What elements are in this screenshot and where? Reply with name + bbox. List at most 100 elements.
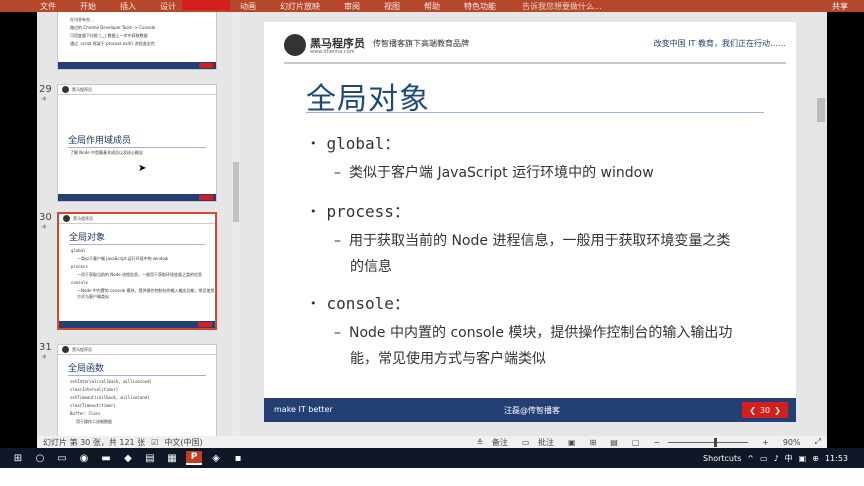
brand-logo-icon bbox=[284, 34, 306, 56]
bullet-global[interactable]: • global： bbox=[310, 130, 400, 154]
tab-insert[interactable]: 插入 bbox=[108, 1, 148, 12]
bullet-process[interactable]: • process： bbox=[310, 198, 410, 222]
slide-header: 黑马程序员 www.itheima.com 传智播客旗下高端教育品牌 改变中国 … bbox=[264, 22, 796, 60]
animation-star-icon: * bbox=[42, 96, 47, 106]
recording-badge bbox=[182, 0, 230, 10]
zoom-level[interactable]: 90% bbox=[783, 438, 801, 447]
slide-count: 幻灯片 第 30 张，共 121 张 bbox=[43, 437, 146, 447]
reading-view-icon[interactable]: ▤ bbox=[610, 438, 618, 447]
slide-thumbnail-28[interactable]: 在讯息有些... 路过的 Chrome Developer Tools -> C… bbox=[57, 12, 217, 70]
tab-home[interactable]: 开始 bbox=[68, 1, 108, 12]
zoom-out-button[interactable]: − bbox=[653, 438, 660, 447]
tab-file[interactable]: 文件 bbox=[0, 1, 68, 12]
right-letterbox bbox=[827, 12, 864, 448]
fit-slide-icon[interactable]: ⤢ bbox=[815, 437, 821, 447]
accessibility-icon[interactable]: ☑ bbox=[151, 438, 158, 447]
brand-slogan: 传智播客旗下高端教育品牌 bbox=[373, 39, 469, 48]
clock[interactable]: 11:53 bbox=[825, 454, 848, 463]
app-icon[interactable]: ◈ bbox=[208, 451, 224, 465]
sub-bullet-global[interactable]: – 类似于客户端 JavaScript 运行环境中的 window bbox=[334, 160, 754, 186]
chevron-up-icon[interactable]: ^ bbox=[747, 454, 754, 463]
task-view-icon[interactable]: ▭ bbox=[54, 451, 70, 465]
slide-scrollbar[interactable] bbox=[815, 12, 827, 436]
thumbnail-scrollbar[interactable] bbox=[232, 12, 240, 436]
sorter-view-icon[interactable]: ⊞ bbox=[590, 438, 597, 447]
zoom-in-button[interactable]: + bbox=[762, 438, 769, 447]
prev-arrow-icon[interactable]: ❮ bbox=[749, 406, 756, 415]
thumb-item: console bbox=[71, 280, 88, 285]
thumb-title: 全局作用域成员 bbox=[68, 136, 132, 146]
app-icon[interactable]: ▦ bbox=[164, 451, 180, 465]
thumb-item: 用于操作二进制数据 bbox=[76, 419, 112, 424]
thumb-line: 通过 .scriot 框架于 process.exit() 进程退出完 bbox=[70, 41, 155, 46]
comments-button[interactable]: ▭ 批注 bbox=[522, 437, 554, 448]
tray-icon[interactable]: ▣ bbox=[799, 454, 807, 463]
slideshow-view-icon[interactable]: ▢ bbox=[632, 438, 640, 447]
slide-thumbnail-pane[interactable]: 在讯息有些... 路过的 Chrome Developer Tools -> C… bbox=[37, 12, 232, 436]
ime-indicator[interactable]: 中 bbox=[785, 453, 793, 464]
thumb-item: global bbox=[71, 248, 86, 253]
thumb-line: 在讯息有些... bbox=[70, 17, 94, 22]
scrollbar-thumb[interactable] bbox=[233, 162, 239, 222]
powerpoint-icon[interactable]: P bbox=[186, 451, 202, 465]
thumb-footer bbox=[59, 321, 215, 328]
tab-review[interactable]: 审阅 bbox=[332, 1, 372, 12]
language-indicator[interactable]: 中文(中国) bbox=[164, 437, 202, 448]
thumb-header: 黑马程序员 bbox=[59, 214, 215, 224]
scrollbar-thumb[interactable] bbox=[817, 98, 825, 122]
sub-bullet-process[interactable]: – 用于获取当前的 Node 进程信息，一般用于获取环境变量之类 的信息 bbox=[334, 228, 754, 280]
status-bar: 幻灯片 第 30 张，共 121 张 ☑ 中文(中国) ≙ 备注 ▭ 批注 ▣ … bbox=[37, 436, 827, 448]
windows-start-icon[interactable]: ⊞ bbox=[10, 451, 26, 465]
file-explorer-icon[interactable]: ▬ bbox=[98, 451, 114, 465]
notes-button[interactable]: ≙ 备注 bbox=[477, 437, 508, 448]
bullet-dot-icon: • bbox=[310, 137, 317, 150]
app-icon[interactable]: ▪ bbox=[230, 451, 246, 465]
slide-thumbnail-29[interactable]: 黑马程序员 全局作用域成员 了解 Node 中是最基本成员以及核心概念 ➤ bbox=[57, 84, 217, 202]
animation-star-icon: * bbox=[42, 354, 47, 364]
tab-view[interactable]: 视图 bbox=[372, 1, 412, 12]
slide-thumbnail-31[interactable]: 黑马程序员 全局函数 setInterval(callback, millise… bbox=[57, 344, 217, 436]
tell-me-search[interactable]: 告诉我您想要做什么... bbox=[522, 1, 602, 12]
tab-features[interactable]: 特色功能 bbox=[452, 1, 508, 12]
share-button[interactable]: 共享 bbox=[832, 1, 864, 12]
tab-animations[interactable]: 动画 bbox=[228, 1, 268, 12]
title-underline bbox=[306, 112, 764, 113]
normal-view-icon[interactable]: ▣ bbox=[568, 438, 576, 447]
thumb-line: 路过的 Chrome Developer Tools -> Console bbox=[70, 25, 156, 30]
thumb-item: —类似于客户端 JavaScript 运行环境中的 window bbox=[77, 256, 169, 261]
thumb-item: process bbox=[71, 264, 88, 269]
volume-icon[interactable]: ♪ bbox=[774, 454, 779, 463]
search-icon[interactable]: ○ bbox=[32, 451, 48, 465]
bottom-letterbox bbox=[0, 468, 864, 486]
sub-bullet-console[interactable]: – Node 中内置的 console 模块，提供操作控制台的输入输出功 能，常见… bbox=[334, 320, 754, 372]
slide-footer: make IT better 汪磊@传智播客 ❮ 30 ❯ bbox=[264, 398, 796, 422]
thumb-item: clearTimeout(timer) bbox=[70, 403, 116, 408]
tab-slideshow[interactable]: 幻灯片放映 bbox=[268, 1, 332, 12]
animation-star-icon: * bbox=[42, 224, 47, 234]
next-arrow-icon[interactable]: ❯ bbox=[774, 406, 781, 415]
shortcuts-toolbar[interactable]: Shortcuts bbox=[703, 454, 741, 463]
page-number: 30 bbox=[759, 405, 771, 415]
bullet-console[interactable]: • console： bbox=[310, 290, 410, 314]
app-icon[interactable]: ▤ bbox=[142, 451, 158, 465]
thumb-line: 可用变量下拉框 (__) 数据上一步中获取数据 bbox=[70, 33, 148, 38]
slide-canvas[interactable]: 黑马程序员 www.itheima.com 传智播客旗下高端教育品牌 改变中国 … bbox=[264, 22, 796, 422]
thumb-item: —用于获取当前的 Node 进程信息，一般用于获取环境变量之类的信息 bbox=[77, 272, 202, 277]
bullet-dot-icon: • bbox=[310, 205, 317, 218]
network-icon[interactable]: ▭ bbox=[760, 454, 768, 463]
tray-icon[interactable]: ⊕ bbox=[812, 454, 819, 463]
thumb-title: 全局函数 bbox=[68, 364, 105, 374]
thumb-title: 全局对象 bbox=[69, 233, 106, 243]
slide-thumbnail-30[interactable]: 黑马程序员 全局对象 global —类似于客户端 JavaScript 运行环… bbox=[57, 212, 217, 330]
mouse-cursor-icon: ➤ bbox=[138, 163, 147, 174]
slide-number: 29 bbox=[39, 84, 52, 95]
chrome-icon[interactable]: ◉ bbox=[76, 451, 92, 465]
zoom-slider-handle[interactable] bbox=[714, 437, 718, 447]
thumb-item: setInterval(callback, millisecond) bbox=[70, 379, 152, 384]
header-motto: 改变中国 IT 教育，我们正在行动…… bbox=[653, 39, 786, 48]
thumb-header: 黑马程序员 bbox=[58, 85, 216, 95]
zoom-slider[interactable] bbox=[668, 437, 749, 447]
brand-url: www.itheima.com bbox=[310, 49, 355, 55]
tab-help[interactable]: 帮助 bbox=[412, 1, 452, 12]
app-icon[interactable]: ◆ bbox=[120, 451, 136, 465]
